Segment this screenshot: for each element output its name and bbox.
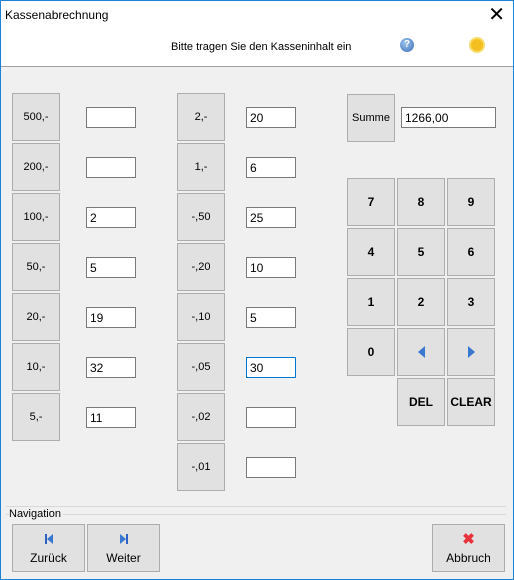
keypad-key-0[interactable]: 0 [347, 328, 395, 376]
keypad-key-7[interactable]: 7 [347, 178, 395, 226]
arrow-right-icon [467, 346, 475, 358]
coin-button[interactable]: 1,- [177, 143, 225, 191]
coin-count-field[interactable] [246, 457, 296, 478]
coin-button[interactable]: -,20 [177, 243, 225, 291]
bill-count-field[interactable] [86, 357, 136, 378]
coin-count-field[interactable] [246, 407, 296, 428]
coin-button[interactable]: -,01 [177, 443, 225, 491]
back-button[interactable]: Zurück [12, 524, 85, 572]
keypad-key-4[interactable]: 4 [347, 228, 395, 276]
keypad-key-6[interactable]: 6 [447, 228, 495, 276]
bill-count-field[interactable] [86, 157, 136, 178]
bill-button[interactable]: 10,- [12, 343, 60, 391]
cancel-button[interactable]: ✖ Abbruch [432, 524, 505, 572]
bill-button[interactable]: 100,- [12, 193, 60, 241]
skip-back-icon [44, 531, 53, 547]
help-icon[interactable]: ? [400, 38, 414, 52]
cursor-right-button[interactable] [447, 328, 495, 376]
del-button[interactable]: DEL [397, 378, 445, 426]
bill-button[interactable]: 200,- [12, 143, 60, 191]
keypad-key-2[interactable]: 2 [397, 278, 445, 326]
bill-count-field[interactable] [86, 257, 136, 278]
bill-count-field[interactable] [86, 207, 136, 228]
bill-count-field[interactable] [86, 307, 136, 328]
bill-button[interactable]: 50,- [12, 243, 60, 291]
keypad-key-9[interactable]: 9 [447, 178, 495, 226]
keypad-key-1[interactable]: 1 [347, 278, 395, 326]
coin-count-field[interactable] [246, 107, 296, 128]
bill-button[interactable]: 20,- [12, 293, 60, 341]
sun-icon[interactable] [471, 39, 483, 51]
bill-button[interactable]: 500,- [12, 93, 60, 141]
keypad-key-5[interactable]: 5 [397, 228, 445, 276]
coin-count-field[interactable] [246, 207, 296, 228]
cancel-label: Abbruch [446, 551, 491, 565]
next-label: Weiter [106, 551, 141, 565]
coin-button[interactable]: -,10 [177, 293, 225, 341]
keypad-key-3[interactable]: 3 [447, 278, 495, 326]
window-title: Kassenabrechnung [5, 8, 109, 22]
coin-button[interactable]: 2,- [177, 93, 225, 141]
skip-forward-icon [119, 531, 128, 547]
bill-count-field[interactable] [86, 107, 136, 128]
cursor-left-button[interactable] [397, 328, 445, 376]
sum-button[interactable]: Summe [347, 94, 395, 142]
arrow-left-icon [417, 346, 425, 358]
clear-button[interactable]: CLEAR [447, 378, 495, 426]
back-label: Zurück [30, 551, 67, 565]
coin-count-field[interactable] [246, 357, 296, 378]
coin-button[interactable]: -,02 [177, 393, 225, 441]
next-button[interactable]: Weiter [87, 524, 160, 572]
coin-count-field[interactable] [246, 257, 296, 278]
keypad-key-8[interactable]: 8 [397, 178, 445, 226]
title-bar: Kassenabrechnung ✕ [1, 1, 513, 31]
coin-button[interactable]: -,05 [177, 343, 225, 391]
divider [6, 506, 506, 507]
bill-count-field[interactable] [86, 407, 136, 428]
close-icon[interactable]: ✕ [488, 3, 505, 27]
coin-count-field[interactable] [246, 307, 296, 328]
sum-field[interactable] [401, 107, 496, 128]
bill-button[interactable]: 5,- [12, 393, 60, 441]
navigation-label: Navigation [9, 508, 63, 520]
red-x-icon: ✖ [462, 531, 475, 548]
coin-count-field[interactable] [246, 157, 296, 178]
coin-button[interactable]: -,50 [177, 193, 225, 241]
header: Bitte tragen Sie den Kasseninhalt ein ? [1, 31, 513, 67]
instruction-text: Bitte tragen Sie den Kasseninhalt ein [171, 41, 352, 53]
